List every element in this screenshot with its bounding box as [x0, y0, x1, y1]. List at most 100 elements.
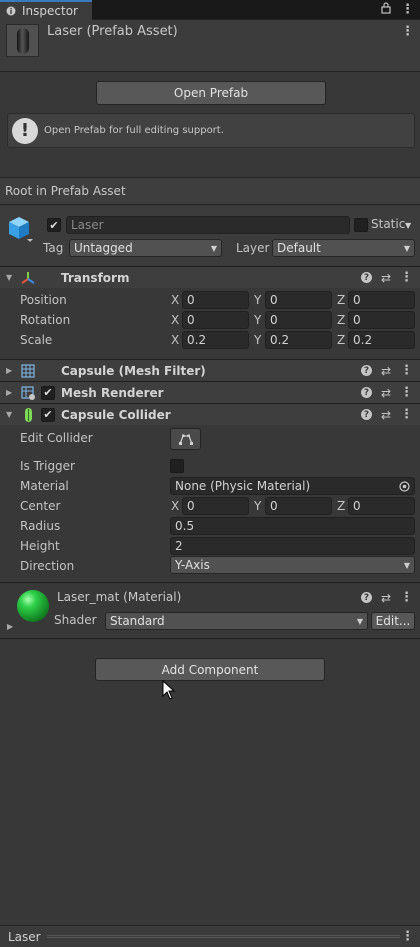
axis-y-label[interactable]: Y	[254, 333, 261, 347]
axis-z-label[interactable]: Z	[337, 333, 345, 347]
foldout-closed-icon[interactable]: ▶	[6, 388, 12, 397]
component-menu-icon[interactable]: ⋮	[400, 407, 413, 422]
tab-menu-icon[interactable]: ⋮	[401, 2, 414, 17]
tab-inspector[interactable]: Inspector	[0, 0, 92, 20]
transform-title: Transform	[61, 270, 130, 285]
transform-rotation-row: Rotation X 0 Y 0 Z 0	[0, 310, 420, 330]
axis-x-label[interactable]: X	[171, 293, 179, 307]
axis-z-label[interactable]: Z	[337, 313, 345, 327]
direction-dropdown[interactable]: Y-Axis ▼	[170, 556, 415, 574]
axis-x-label[interactable]: X	[171, 499, 179, 513]
capsule-collider-enabled-checkbox[interactable]: ✔	[41, 407, 55, 422]
chevron-down-icon: ▼	[403, 243, 410, 253]
position-label: Position	[20, 293, 67, 307]
scale-z-field[interactable]: 0.2	[348, 331, 415, 349]
center-x-field[interactable]: 0	[182, 497, 249, 515]
transform-header[interactable]: ▼ Transform ? ⇄ ⋮	[0, 266, 420, 288]
footer-menu-icon[interactable]: ⋮	[401, 929, 414, 944]
footer-object-name: Laser	[8, 929, 41, 944]
axis-z-label[interactable]: Z	[337, 293, 345, 307]
mesh-filter-icon	[21, 363, 35, 378]
capsule-collider-header[interactable]: ▼ ✔ Capsule Collider ? ⇄ ⋮	[0, 403, 420, 425]
is-trigger-checkbox[interactable]	[170, 459, 184, 473]
component-menu-icon[interactable]: ⋮	[400, 385, 413, 400]
info-icon	[6, 6, 16, 16]
object-picker-icon[interactable]	[399, 480, 410, 492]
scale-x-field[interactable]: 0.2	[182, 331, 249, 349]
mesh-renderer-enabled-checkbox[interactable]: ✔	[41, 385, 55, 400]
is-trigger-row: Is Trigger	[0, 456, 420, 476]
tag-dropdown[interactable]: Untagged ▼	[69, 239, 222, 257]
gameobject-cube-icon[interactable]	[7, 215, 33, 243]
shader-dropdown[interactable]: Standard ▼	[105, 612, 368, 630]
foldout-closed-icon[interactable]: ▶	[6, 366, 12, 375]
drag-handle[interactable]	[47, 935, 400, 938]
physic-material-field[interactable]: None (Physic Material)	[170, 477, 415, 495]
capsule-collider-title: Capsule Collider	[61, 407, 171, 422]
warning-icon: !	[12, 117, 38, 144]
mesh-renderer-header[interactable]: ▶ ✔ Mesh Renderer ? ⇄ ⋮	[0, 381, 420, 403]
lock-icon[interactable]	[381, 2, 391, 14]
rotation-z-field[interactable]: 0	[348, 311, 415, 329]
gameobject-name-field[interactable]: Laser	[66, 216, 350, 234]
position-y-field[interactable]: 0	[265, 291, 332, 309]
foldout-open-icon[interactable]: ▼	[6, 273, 12, 282]
axis-y-label[interactable]: Y	[254, 499, 261, 513]
component-menu-icon[interactable]: ⋮	[400, 363, 413, 378]
center-z-field[interactable]: 0	[348, 497, 415, 515]
active-checkbox[interactable]: ✔	[47, 218, 61, 232]
axis-y-label[interactable]: Y	[254, 313, 261, 327]
edit-collider-icon	[178, 434, 193, 445]
axis-z-label[interactable]: Z	[337, 499, 345, 513]
tab-label: Inspector	[22, 4, 78, 18]
add-component-button[interactable]: Add Component	[95, 658, 325, 681]
chevron-down-icon: ▼	[403, 560, 410, 570]
help-icon[interactable]: ?	[360, 387, 372, 398]
open-prefab-button[interactable]: Open Prefab	[96, 81, 326, 105]
help-icon[interactable]: ?	[360, 592, 372, 603]
height-field[interactable]: 2	[170, 537, 415, 555]
radius-field[interactable]: 0.5	[170, 517, 415, 535]
shader-label: Shader	[54, 613, 97, 627]
material-foldout-icon[interactable]: ▶	[7, 622, 13, 631]
header-title: Laser (Prefab Asset)	[47, 24, 178, 39]
axis-x-label[interactable]: X	[171, 313, 179, 327]
material-tools: ? ⇄ ⋮	[360, 590, 413, 605]
preset-icon[interactable]: ⇄	[381, 408, 391, 422]
material-menu-icon[interactable]: ⋮	[400, 590, 413, 605]
rotation-y-field[interactable]: 0	[265, 311, 332, 329]
position-z-field[interactable]: 0	[348, 291, 415, 309]
layer-dropdown[interactable]: Default ▼	[272, 239, 415, 257]
edit-collider-button[interactable]	[170, 428, 201, 450]
axis-y-label[interactable]: Y	[254, 293, 261, 307]
height-row: Height 2	[0, 536, 420, 556]
preset-icon[interactable]: ⇄	[381, 591, 391, 605]
static-checkbox[interactable]	[354, 218, 368, 232]
preset-icon[interactable]: ⇄	[381, 386, 391, 400]
position-x-field[interactable]: 0	[182, 291, 249, 309]
component-menu-icon[interactable]: ⋮	[400, 270, 413, 285]
height-label: Height	[20, 539, 60, 553]
help-icon[interactable]: ?	[360, 272, 372, 283]
preset-icon[interactable]: ⇄	[381, 271, 391, 285]
scale-y-field[interactable]: 0.2	[265, 331, 332, 349]
help-message: Open Prefab for full editing support.	[44, 125, 224, 136]
preview-footer: Laser ⋮	[0, 925, 420, 947]
help-icon[interactable]: ?	[360, 365, 372, 376]
chevron-down-icon: ▼	[210, 243, 217, 253]
radius-label: Radius	[20, 519, 61, 533]
header-menu-icon[interactable]: ⋮	[401, 24, 414, 39]
rotation-x-field[interactable]: 0	[182, 311, 249, 329]
foldout-open-icon[interactable]: ▼	[6, 410, 12, 419]
shader-edit-button[interactable]: Edit...	[371, 612, 415, 630]
divider	[0, 582, 420, 583]
mesh-filter-header[interactable]: ▶ Capsule (Mesh Filter) ? ⇄ ⋮	[0, 359, 420, 381]
axis-x-label[interactable]: X	[171, 333, 179, 347]
preset-icon[interactable]: ⇄	[381, 364, 391, 378]
static-dropdown-caret[interactable]: ▼	[405, 221, 411, 230]
help-icon[interactable]: ?	[360, 409, 372, 420]
direction-label: Direction	[20, 559, 75, 573]
center-y-field[interactable]: 0	[265, 497, 332, 515]
transform-position-row: Position X 0 Y 0 Z 0	[0, 290, 420, 310]
root-label: Root in Prefab Asset	[0, 178, 420, 205]
